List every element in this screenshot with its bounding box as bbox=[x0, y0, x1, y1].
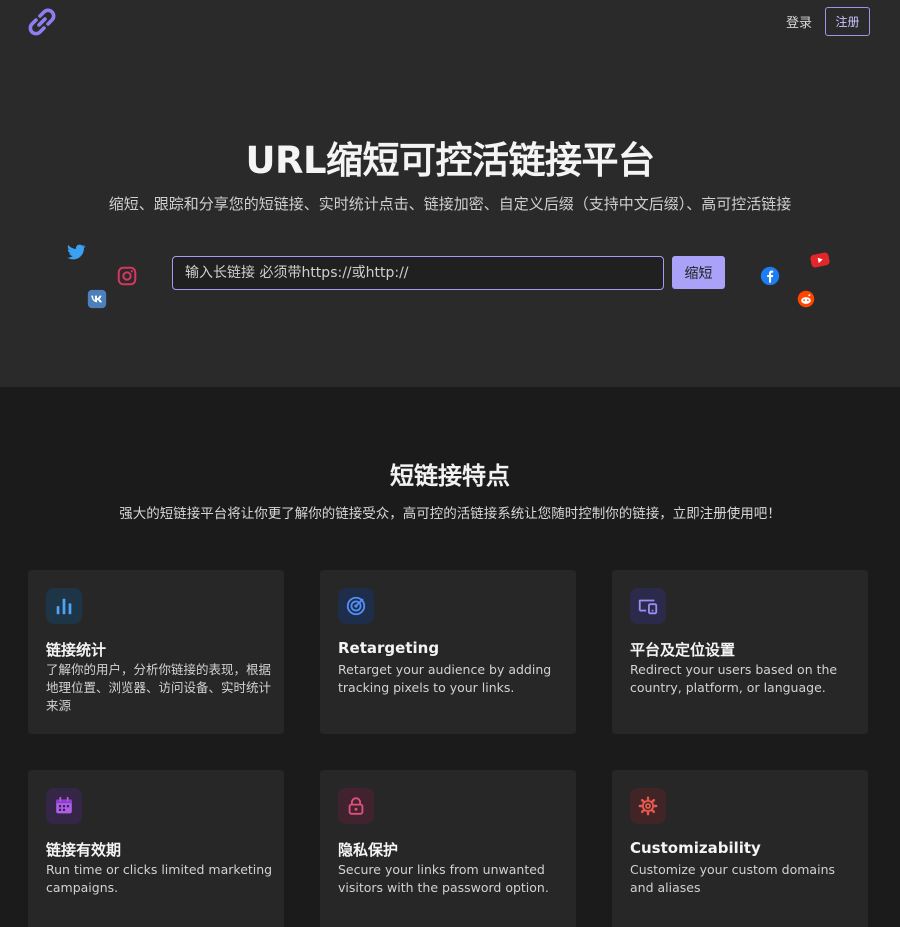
feature-title: Retargeting bbox=[338, 639, 440, 657]
link-logo-icon[interactable] bbox=[26, 6, 58, 38]
hero-section: 登录 注册 URL缩短可控活链接平台 缩短、跟踪和分享您的短链接、实时统计点击、… bbox=[0, 0, 900, 387]
signup-button[interactable]: 注册 bbox=[825, 7, 870, 36]
feature-description: Run time or clicks limited marketing cam… bbox=[46, 862, 273, 895]
twitter-icon bbox=[67, 244, 86, 260]
feature-title: 隐私保护 bbox=[338, 841, 399, 859]
hero-subtitle: 缩短、跟踪和分享您的短链接、实时统计点击、链接加密、自定义后缀（支持中文后缀）、… bbox=[108, 195, 792, 213]
target-icon bbox=[338, 588, 374, 624]
devices-icon bbox=[630, 588, 666, 624]
feature-description: 了解你的用户，分析你链接的表现，根据地理位置、浏览器、访问设备、实时统计来源 bbox=[46, 662, 272, 713]
feature-description: Redirect your users based on the country… bbox=[630, 662, 838, 695]
instagram-icon bbox=[117, 266, 137, 286]
feature-title: Customizability bbox=[630, 839, 761, 857]
facebook-icon bbox=[760, 266, 780, 286]
feature-title: 链接有效期 bbox=[46, 841, 122, 859]
feature-card-customizability: Customizability Customize your custom do… bbox=[612, 770, 868, 927]
feature-title: 平台及定位设置 bbox=[630, 641, 736, 659]
reddit-icon bbox=[797, 290, 815, 308]
lock-icon bbox=[338, 788, 374, 824]
login-link[interactable]: 登录 bbox=[786, 12, 812, 31]
bar-chart-icon bbox=[46, 588, 82, 624]
features-subtitle: 强大的短链接平台将让你更了解你的链接受众，高可控的活链接系统让您随时控制你的链接… bbox=[119, 506, 781, 522]
feature-description: Retarget your audience by adding trackin… bbox=[338, 662, 552, 695]
feature-description: Secure your links from unwanted visitors… bbox=[338, 862, 549, 895]
hero-title: URL缩短可控活链接平台 bbox=[245, 139, 655, 182]
features-title: 短链接特点 bbox=[390, 462, 510, 490]
feature-card-expiry: 链接有效期 Run time or clicks limited marketi… bbox=[28, 770, 284, 927]
shorten-button[interactable]: 缩短 bbox=[672, 256, 725, 289]
feature-card-stats: 链接统计 了解你的用户，分析你链接的表现，根据地理位置、浏览器、访问设备、实时统… bbox=[28, 570, 284, 734]
feature-card-geo: 平台及定位设置 Redirect your users based on the… bbox=[612, 570, 868, 734]
feature-title: 链接统计 bbox=[46, 641, 107, 659]
feature-card-privacy: 隐私保护 Secure your links from unwanted vis… bbox=[320, 770, 576, 927]
feature-description: Customize your custom domains and aliase… bbox=[630, 862, 835, 895]
long-url-input[interactable] bbox=[172, 256, 664, 290]
feature-card-retargeting: Retargeting Retarget your audience by ad… bbox=[320, 570, 576, 734]
youtube-icon bbox=[810, 252, 830, 268]
vk-icon bbox=[87, 289, 107, 309]
calendar-icon bbox=[46, 788, 82, 824]
gear-icon bbox=[630, 788, 666, 824]
